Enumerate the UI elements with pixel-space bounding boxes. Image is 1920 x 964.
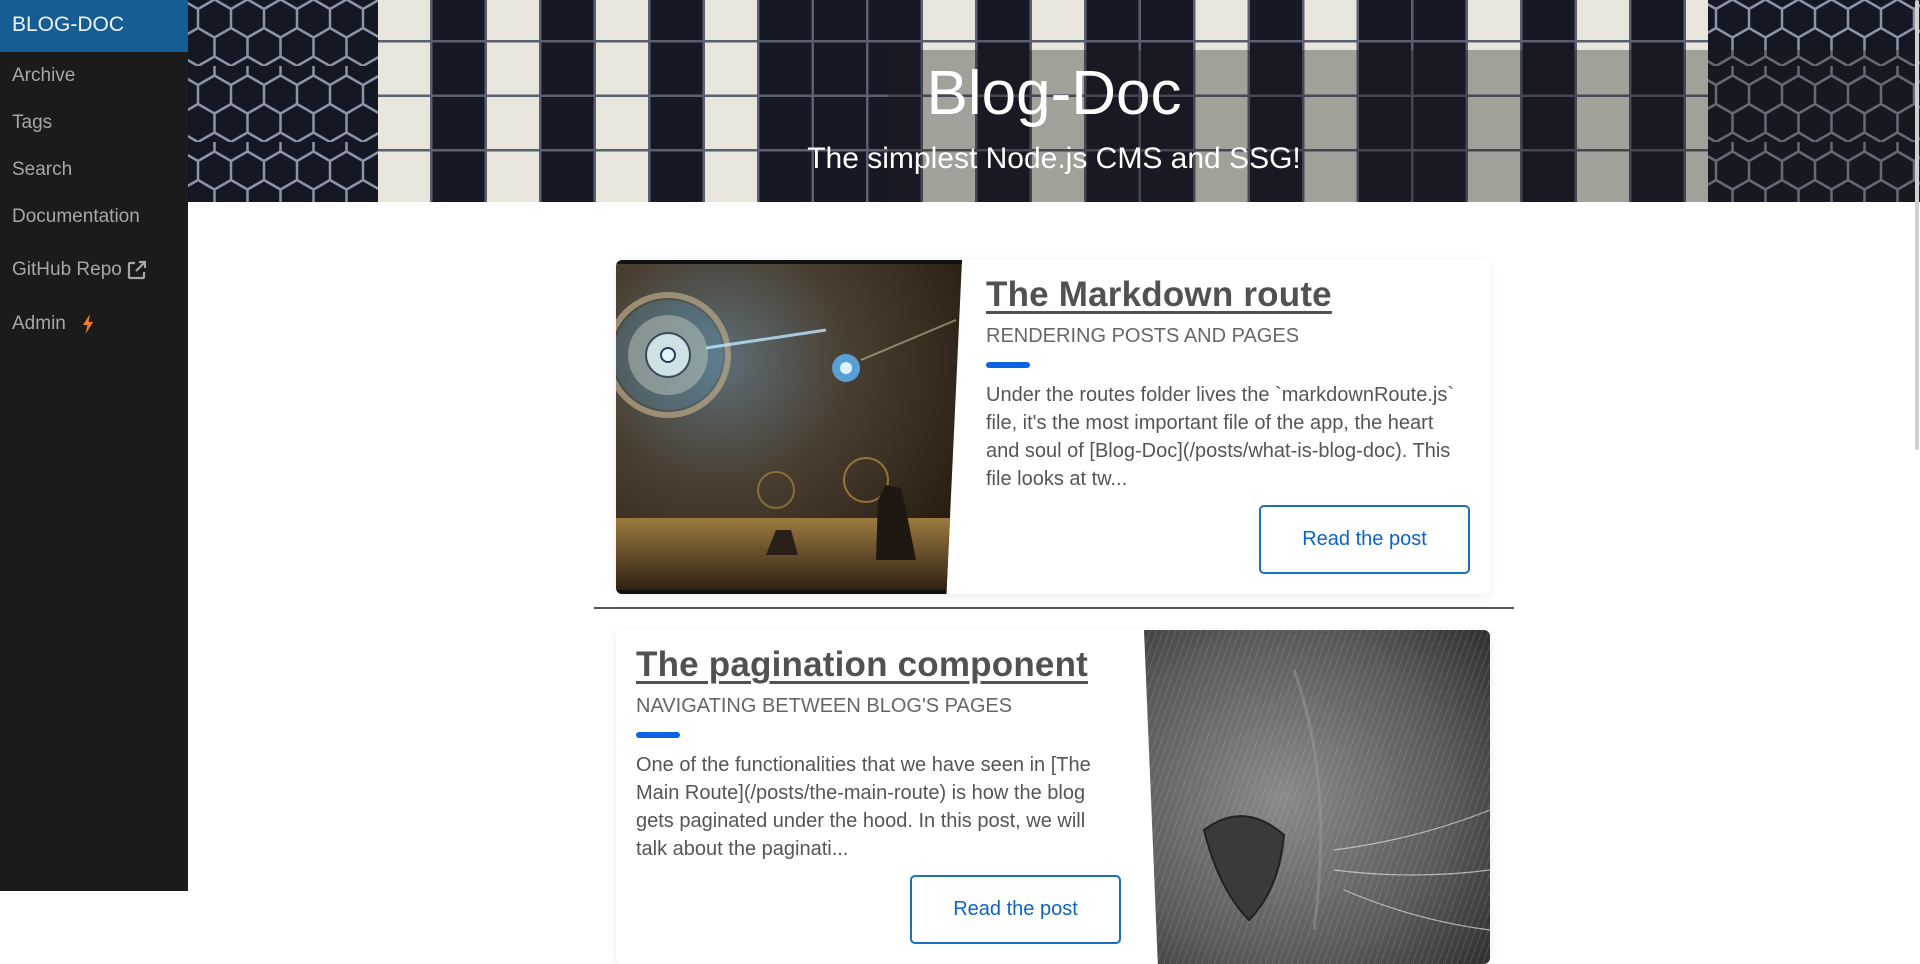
- mosaic-tile: [1468, 0, 1520, 40]
- sidebar-item-archive[interactable]: Archive: [0, 52, 188, 99]
- read-post-button[interactable]: Read the post: [910, 875, 1121, 944]
- read-post-button[interactable]: Read the post: [1259, 505, 1470, 574]
- sidebar-item-github-repo[interactable]: GitHub Repo: [0, 240, 188, 300]
- mosaic-tile: [705, 0, 757, 40]
- mosaic-tile: [1195, 0, 1248, 40]
- external-link-icon: [126, 259, 148, 281]
- post-content: The pagination component NAVIGATING BETW…: [636, 645, 1116, 863]
- mosaic-tile: [1359, 0, 1411, 40]
- page-scrollbar[interactable]: [1915, 0, 1919, 450]
- post-subtitle: NAVIGATING BETWEEN BLOG'S PAGES: [636, 695, 1013, 717]
- mosaic-tile: [1577, 0, 1629, 40]
- post-excerpt: One of the functionalities that we have …: [636, 754, 1091, 860]
- mosaic-tile: [923, 0, 975, 40]
- mosaic-tile: [541, 0, 594, 40]
- post-card: The pagination component NAVIGATING BETW…: [616, 630, 1490, 964]
- mosaic-tile: [977, 0, 1030, 40]
- mosaic-tile: [1141, 0, 1193, 40]
- post-content: The Markdown route RENDERING POSTS AND P…: [986, 275, 1466, 493]
- mosaic-tile: [814, 0, 866, 40]
- mosaic-tile: [1522, 0, 1575, 40]
- mosaic-tile: [650, 0, 703, 40]
- sidebar-item-label: Documentation: [12, 205, 140, 227]
- mosaic-tile: [378, 0, 430, 40]
- sidebar-item-tags[interactable]: Tags: [0, 99, 188, 146]
- sidebar-item-documentation[interactable]: Documentation: [0, 193, 188, 240]
- mosaic-tile: [1250, 0, 1302, 40]
- mosaic-tile: [596, 0, 648, 40]
- sidebar-item-label: Archive: [12, 64, 76, 86]
- sidebar-item-label: Search: [12, 158, 73, 180]
- mosaic-tile: [487, 0, 539, 40]
- mosaic-tile: [1304, 0, 1357, 40]
- lightning-bolt-icon: [82, 313, 94, 334]
- sidebar-item-label: Tags: [12, 111, 53, 133]
- mosaic-tile: [1413, 0, 1466, 40]
- sidebar-item-label: Admin: [12, 312, 66, 334]
- hero-header: Blog-Doc The simplest Node.js CMS and SS…: [188, 0, 1920, 202]
- post-card: The Markdown route RENDERING POSTS AND P…: [616, 260, 1490, 594]
- sidebar-item-admin[interactable]: Admin: [0, 300, 188, 347]
- mosaic-tile: [1086, 0, 1139, 40]
- sidebar-item-label: GitHub Repo: [12, 259, 122, 280]
- sidebar-item-search[interactable]: Search: [0, 146, 188, 193]
- post-title-link[interactable]: The Markdown route: [986, 275, 1332, 315]
- accent-bar: [986, 362, 1030, 368]
- post-subtitle: RENDERING POSTS AND PAGES: [986, 325, 1300, 347]
- mosaic-tile: [759, 0, 812, 40]
- brand-link[interactable]: BLOG-DOC: [0, 0, 188, 52]
- accent-bar: [636, 732, 680, 738]
- mosaic-tile: [1032, 0, 1084, 40]
- sidebar: BLOG-DOC Archive Tags Search Documentati…: [0, 0, 188, 891]
- post-title-link[interactable]: The pagination component: [636, 645, 1088, 685]
- site-title: Blog-Doc: [926, 59, 1182, 128]
- mosaic-tile: [432, 0, 485, 40]
- mosaic-tile: [1631, 0, 1684, 40]
- post-excerpt: Under the routes folder lives the `markd…: [986, 384, 1454, 490]
- post-thumbnail-image: [616, 260, 962, 594]
- post-thumbnail-image: [1144, 630, 1490, 964]
- post-divider: [594, 607, 1514, 609]
- mosaic-tile: [868, 0, 921, 40]
- site-tagline: The simplest Node.js CMS and SSG!: [807, 142, 1301, 175]
